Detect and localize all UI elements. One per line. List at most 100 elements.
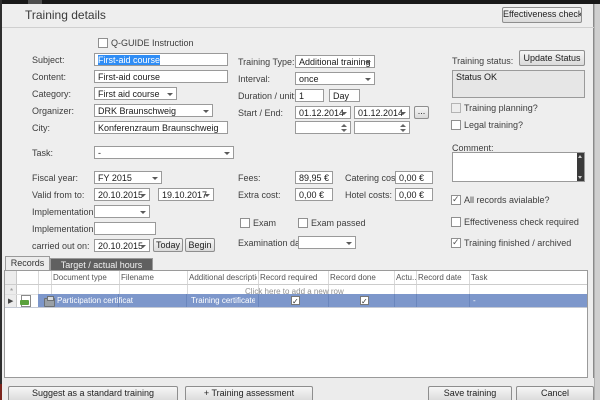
- tab-target-actual-hours[interactable]: Target / actual hours: [50, 258, 153, 270]
- page-title: Training details: [25, 8, 106, 22]
- training-type-label: Training Type:: [238, 57, 295, 68]
- begin-button[interactable]: Begin: [185, 238, 215, 252]
- training-status-text: Status OK: [456, 72, 497, 82]
- duration-unit-input[interactable]: Day: [329, 89, 360, 102]
- header-divider: [2, 27, 594, 28]
- effectiveness-check-required-label: Effectiveness check required: [464, 217, 579, 228]
- dropdown-arrow-icon: [140, 211, 146, 214]
- cancel-button[interactable]: Cancel: [516, 386, 594, 400]
- interval-label: Interval:: [238, 74, 270, 85]
- fiscal-year-value: FY 2015: [98, 173, 132, 183]
- hotel-costs-input[interactable]: 0,00 €: [395, 188, 433, 201]
- start-date-select[interactable]: 01.12.2014: [295, 106, 351, 119]
- content-input[interactable]: First-aid course: [94, 70, 228, 83]
- comment-scrollbar[interactable]: [577, 153, 584, 181]
- dropdown-arrow-icon: [365, 61, 371, 64]
- browse-dates-button[interactable]: ...: [414, 106, 429, 119]
- record-document-icon[interactable]: [21, 295, 31, 307]
- spinner-arrows-icon[interactable]: [399, 123, 408, 132]
- training-planning-checkbox[interactable]: [451, 103, 461, 113]
- dropdown-arrow-icon: [203, 110, 209, 113]
- fees-input[interactable]: 89,95 €: [295, 171, 333, 184]
- column-header-record-required[interactable]: Record required: [260, 271, 326, 284]
- dropdown-arrow-icon: [140, 245, 146, 248]
- grid-vline: [469, 294, 470, 307]
- category-select[interactable]: First aid course: [94, 87, 177, 100]
- legal-training-checkbox[interactable]: [451, 120, 461, 130]
- implementation-by-input[interactable]: [94, 222, 156, 235]
- implementation-to-select[interactable]: [94, 205, 150, 218]
- extra-cost-input[interactable]: 0,00 €: [295, 188, 333, 201]
- training-type-value: Additional training: [299, 57, 371, 67]
- grid-vline: [469, 271, 470, 294]
- dropdown-arrow-icon: [167, 93, 173, 96]
- grid-vline: [394, 271, 395, 294]
- today-button[interactable]: Today: [153, 238, 183, 252]
- dropdown-arrow-icon: [365, 78, 371, 81]
- training-finished-checkbox[interactable]: [451, 238, 461, 248]
- subject-label: Subject:: [32, 55, 65, 66]
- training-type-select[interactable]: Additional training: [295, 55, 375, 68]
- category-label: Category:: [32, 89, 71, 100]
- exam-passed-checkbox-label: Exam passed: [311, 218, 366, 229]
- fiscal-year-select[interactable]: FY 2015: [94, 171, 162, 184]
- tab-records[interactable]: Records: [5, 256, 50, 270]
- training-assessment-button[interactable]: + Training assessment: [185, 386, 313, 400]
- valid-from-to-label: Valid from to:: [32, 190, 84, 201]
- end-date-select[interactable]: 01.12.2014: [354, 106, 410, 119]
- end-time-spinner[interactable]: [354, 121, 410, 134]
- effectiveness-check-required-checkbox[interactable]: [451, 217, 461, 227]
- print-icon[interactable]: [44, 298, 55, 307]
- fiscal-year-label: Fiscal year:: [32, 173, 78, 184]
- start-end-label: Start / End:: [238, 108, 283, 119]
- city-input[interactable]: Konferenzraum Braunschweig: [94, 121, 228, 134]
- spinner-down-icon: [400, 129, 406, 132]
- task-select[interactable]: -: [94, 146, 234, 159]
- legal-training-label: Legal training?: [464, 120, 523, 131]
- exam-passed-checkbox[interactable]: [298, 218, 308, 228]
- carried-out-date-select[interactable]: 20.10.2015: [94, 239, 150, 252]
- carried-out-value: 20.10.2015: [98, 241, 143, 251]
- spinner-arrows-icon[interactable]: [340, 123, 349, 132]
- start-time-spinner[interactable]: [295, 121, 351, 134]
- category-value: First aid course: [98, 89, 160, 99]
- grid-vline: [118, 294, 119, 307]
- update-status-button[interactable]: Update Status: [519, 50, 585, 66]
- column-header-additional-description[interactable]: Additional description: [189, 271, 257, 284]
- valid-from-select[interactable]: 20.10.2015: [94, 188, 150, 201]
- spinner-up-icon: [400, 124, 406, 127]
- table-row[interactable]: Participation certificate Training certi…: [38, 294, 587, 307]
- organizer-select[interactable]: DRK Braunschweig: [94, 104, 213, 117]
- record-required-checkbox[interactable]: [291, 296, 300, 305]
- column-header-filename[interactable]: Filename: [121, 271, 185, 284]
- training-details-window: Training details Effectiveness check Q-G…: [0, 0, 600, 400]
- carried-out-on-label: carried out on:: [32, 241, 90, 252]
- record-done-checkbox[interactable]: [360, 296, 369, 305]
- extra-cost-label: Extra cost:: [238, 190, 281, 201]
- end-date-value: 01.12.2014: [358, 108, 403, 118]
- examination-date-select[interactable]: [298, 236, 356, 249]
- save-training-button[interactable]: Save training: [428, 386, 512, 400]
- exam-checkbox[interactable]: [240, 218, 250, 228]
- records-grid: Document type Filename Additional descri…: [4, 270, 588, 378]
- column-header-task[interactable]: Task: [471, 271, 571, 284]
- cell-additional-description: Training certificate: [191, 294, 255, 307]
- subject-input[interactable]: First-aid course: [94, 53, 228, 66]
- all-records-available-checkbox[interactable]: [451, 195, 461, 205]
- comment-textarea[interactable]: [452, 152, 585, 182]
- interval-select[interactable]: once: [295, 72, 375, 85]
- cell-task: -: [473, 294, 513, 307]
- training-status-box: Status OK: [452, 70, 585, 98]
- effectiveness-check-button[interactable]: Effectiveness check: [502, 7, 582, 23]
- duration-input[interactable]: 1: [295, 89, 324, 102]
- column-header-actual[interactable]: Actu...: [396, 271, 416, 284]
- catering-costs-input[interactable]: 0,00 €: [395, 171, 433, 184]
- suggest-standard-training-button[interactable]: Suggest as a standard training: [8, 386, 178, 400]
- scroll-down-icon: [578, 176, 582, 179]
- training-status-label: Training status:: [452, 56, 513, 67]
- column-header-document-type[interactable]: Document type: [53, 271, 117, 284]
- valid-to-select[interactable]: 19.10.2017: [158, 188, 214, 201]
- column-header-record-date[interactable]: Record date: [418, 271, 468, 284]
- column-header-record-done[interactable]: Record done: [330, 271, 392, 284]
- qguide-instruction-checkbox[interactable]: [98, 38, 108, 48]
